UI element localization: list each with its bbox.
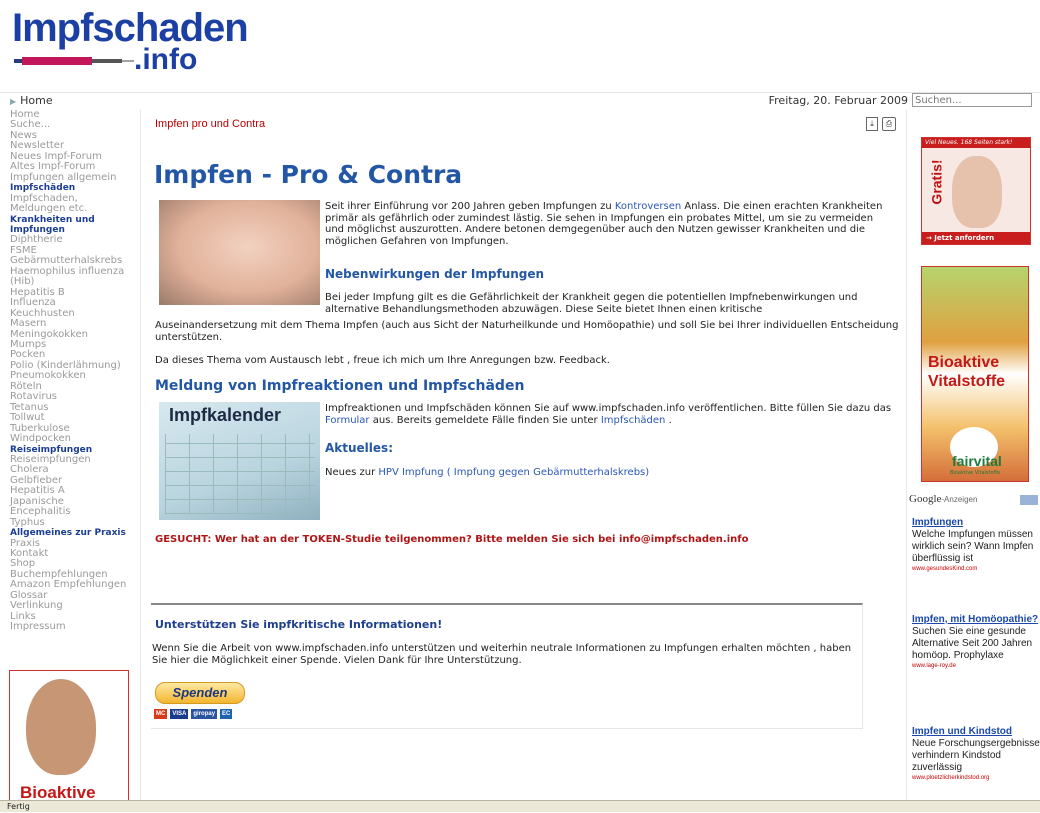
browser-status-bar: Fertig — [0, 800, 1040, 812]
calendar-grid — [165, 434, 315, 514]
catalog-ad-cta: → Jetzt anfordern — [922, 232, 1030, 244]
side-effects-paragraph-cont: Auseinandersetzung mit dem Thema Impfen … — [155, 320, 899, 343]
section-title: Impfen pro und Contra — [155, 118, 266, 130]
hpv-link[interactable]: HPV Impfung ( Impfung gegen Gebärmutterh… — [378, 467, 649, 478]
study-notice: GESUCHT: Wer hat an der TOKEN-Studie tei… — [155, 534, 749, 545]
google-ad-url[interactable]: www.gesundesKind.com — [912, 565, 1040, 574]
google-ad-title[interactable]: Impfen und Kindstod — [912, 726, 1040, 738]
report-paragraph: Impfreaktionen und Impfschäden können Si… — [325, 403, 900, 426]
payment-card-icon: VISA — [170, 709, 189, 719]
report-text-end: . — [665, 414, 672, 426]
feedback-paragraph: Da dieses Thema vom Austausch lebt , fre… — [155, 355, 610, 366]
side-effects-heading: Nebenwirkungen der Impfungen — [325, 267, 545, 281]
impfschaeden-link[interactable]: Impfschäden — [601, 415, 666, 426]
vitalstoffe-ad-title: Bioaktive Vitalstoffe — [928, 354, 1006, 390]
vitalstoffe-ad[interactable]: Bioaktive Vitalstoffe fairvital Bioaktiv… — [921, 266, 1029, 482]
intro-text: Seit ihrer Einführung vor 200 Jahren geb… — [325, 201, 615, 212]
nav-section-heading: Krankheiten und — [10, 214, 95, 225]
current-date: Freitag, 20. Februar 2009 — [768, 94, 908, 107]
catalog-ad-band: Viel Neues. 168 Seiten stark! — [922, 138, 1030, 148]
google-ad-url[interactable]: www.ploetzlicherkindstod.org — [912, 774, 1040, 783]
calendar-image-text: Impfkalender — [169, 405, 282, 425]
news-heading: Aktuelles: — [325, 441, 393, 455]
vaccination-calendar-image: Impfkalender — [159, 402, 320, 520]
nav-link[interactable]: Masern — [0, 318, 140, 329]
side-effects-paragraph: Bei jeder Impfung gilt es die Gefährlich… — [325, 292, 858, 315]
report-text-mid: aus. Bereits gemeldete Fälle finden Sie … — [369, 414, 601, 426]
page-title: Impfen - Pro & Contra — [154, 160, 463, 189]
ad-choices-icon[interactable] — [1020, 495, 1038, 505]
google-ad[interactable]: Impfen und Kindstod Neue Forschungsergebn… — [912, 726, 1040, 783]
catalog-ad-image — [952, 156, 1002, 228]
payment-cards: MC VISA giropay EC — [154, 709, 233, 719]
fairvital-sub: Bioaktive Vitalstoffe — [950, 470, 1001, 476]
nav-link[interactable]: Typhus — [0, 517, 140, 528]
google-ad-description: Welche Impfungen müssen wirklich sein? W… — [912, 529, 1034, 564]
google-ad-title[interactable]: Impfen, mit Homöopathie? — [912, 614, 1040, 626]
report-heading: Meldung von Impfreaktionen und Impfschäd… — [155, 378, 525, 394]
catalog-ad-gratis: Gratis! — [928, 159, 945, 205]
google-ad-url[interactable]: www.lage-roy.de — [912, 662, 1040, 671]
payment-card-icon: giropay — [191, 709, 218, 719]
intro-paragraph: Seit ihrer Einführung vor 200 Jahren geb… — [325, 201, 895, 247]
nav-link[interactable]: Impfungen allgemein — [0, 172, 140, 183]
pdf-icon[interactable]: ⤓ — [866, 117, 878, 131]
nav-link[interactable]: Windpocken — [0, 433, 140, 444]
google-ads-suffix: -Anzeigen — [941, 495, 978, 504]
support-title: Unterstützen Sie impfkritische Informati… — [155, 618, 443, 631]
google-ad-description: Neue Forschungsergebnisse verhindern Kin… — [912, 738, 1040, 773]
payment-card-icon: MC — [154, 709, 168, 719]
report-text: Impfreaktionen und Impfschäden können Si… — [325, 403, 892, 414]
google-brand: Google — [909, 493, 942, 505]
google-ad-title[interactable]: Impfungen — [912, 517, 1040, 529]
site-logo[interactable]: Impfschaden — [12, 8, 249, 48]
print-icon[interactable]: ⎙ — [882, 117, 896, 131]
donate-button[interactable]: Spenden — [155, 682, 245, 704]
ad-portrait-image — [26, 679, 96, 775]
google-ad[interactable]: Impfen, mit Homöopathie? Suchen Sie eine … — [912, 614, 1040, 671]
google-ads-label: Google-Anzeigen — [909, 493, 977, 505]
breadcrumb-home[interactable]: Home — [20, 94, 52, 107]
news-text: Neues zur — [325, 467, 379, 478]
google-ad[interactable]: Impfungen Welche Impfungen müssen wirklic… — [912, 517, 1040, 574]
baby-image — [159, 200, 320, 305]
nav-section-heading: Allgemeines zur Praxis — [10, 528, 126, 539]
kontroversen-link[interactable]: Kontroversen — [615, 201, 681, 212]
nav-link[interactable]: Impressum — [0, 621, 140, 632]
site-logo-suffix: .info — [134, 43, 198, 76]
catalog-ad[interactable]: Viel Neues. 168 Seiten stark! Gratis! → … — [921, 137, 1031, 245]
formular-link[interactable]: Formular — [325, 415, 370, 426]
support-text: Wenn Sie die Arbeit von www.impfschaden.… — [152, 643, 852, 666]
google-ad-description: Suchen Sie eine gesunde Alternative Seit… — [912, 626, 1033, 661]
syringe-icon — [14, 57, 134, 65]
payment-card-icon: EC — [220, 709, 233, 719]
search-input[interactable] — [912, 93, 1032, 107]
breadcrumb[interactable]: ▶ Home — [10, 94, 53, 107]
left-banner-ad[interactable]: Bioaktive — [9, 670, 129, 802]
breadcrumb-arrow-icon: ▶ — [10, 97, 17, 106]
nav-link[interactable]: Meldungen etc. — [0, 203, 140, 214]
fairvital-brand: fairvital — [952, 453, 1002, 469]
news-paragraph: Neues zur HPV Impfung ( Impfung gegen Ge… — [325, 467, 895, 479]
